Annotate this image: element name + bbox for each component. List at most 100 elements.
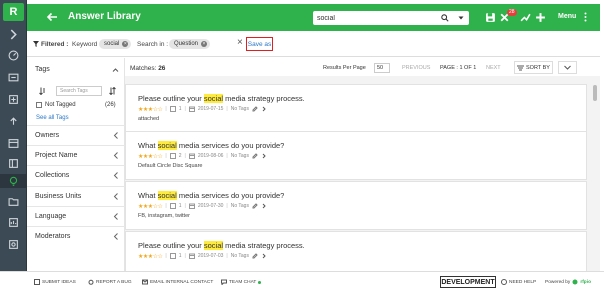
chat-icon (221, 279, 227, 285)
see-all-tags-link[interactable]: See all Tags (36, 115, 69, 121)
search-in-chip[interactable]: Question × (169, 39, 211, 49)
not-tagged-option[interactable]: Not Tagged (36, 102, 76, 108)
edit-pencil-icon[interactable] (252, 203, 258, 209)
menu-button[interactable]: Menu (558, 13, 576, 20)
active-filters-bar: Filtered : Keyword social × Search in : … (27, 31, 600, 57)
search-in-chip-value: Question (174, 41, 199, 47)
library-icon[interactable] (6, 156, 21, 170)
filtered-label: Filtered : (41, 41, 69, 48)
tags-collapse-chevron-icon[interactable] (112, 67, 119, 74)
submit-ideas-link[interactable]: SUBMIT IDEAS (34, 279, 76, 285)
report-bug-link[interactable]: REPORT A BUG (88, 279, 132, 285)
content-icon[interactable] (6, 136, 21, 150)
rating-stars[interactable]: ★★★☆☆ (138, 203, 163, 210)
question-text[interactable]: What social media services do you provid… (138, 191, 284, 200)
bug-icon (88, 279, 94, 285)
answer-library-bulb-icon[interactable] (0, 174, 27, 188)
filter-section-collections[interactable]: Collections (27, 165, 125, 185)
chevron-right-icon[interactable] (261, 153, 267, 159)
remove-keyword-icon[interactable]: × (122, 41, 129, 47)
filter-section-business-units[interactable]: Business Units (27, 186, 125, 206)
remove-search-in-icon[interactable]: × (201, 41, 208, 47)
projects-icon[interactable] (6, 70, 21, 84)
add-plus-icon[interactable] (535, 12, 546, 23)
filter-section-label: Moderators (35, 233, 71, 240)
search-input[interactable] (317, 13, 427, 23)
back-arrow-icon[interactable] (46, 11, 58, 23)
previous-page-button[interactable]: PREVIOUS (402, 65, 430, 71)
results-per-page-select[interactable]: 50 (374, 63, 390, 73)
keyword-chip-value: social (104, 41, 120, 47)
need-help-label: NEED HELP (509, 279, 537, 285)
keyword-chip[interactable]: social × (99, 39, 132, 49)
filter-section-label: Project Name (35, 152, 78, 159)
matches-text: Matches: 26 (130, 65, 165, 72)
results-scrollbar[interactable] (593, 85, 597, 101)
clear-filters-icon[interactable]: × (237, 37, 243, 48)
submit-ideas-label: SUBMIT IDEAS (42, 279, 76, 285)
reports-icon[interactable] (6, 215, 21, 229)
email-contact-link[interactable]: EMAIL INTERNAL CONTACT (142, 279, 213, 285)
chevron-right-icon[interactable] (261, 203, 267, 209)
search-box (313, 11, 469, 25)
edit-pencil-icon[interactable] (252, 153, 258, 159)
filter-section-owners[interactable]: Owners (27, 125, 125, 145)
search-in-label: Search in : (137, 41, 169, 48)
tag-status: No Tags (230, 106, 249, 112)
answer-card[interactable]: Please outline your social media strateg… (125, 231, 587, 271)
search-icon[interactable] (441, 14, 449, 22)
question-text[interactable]: Please outline your social media strateg… (138, 94, 305, 103)
answer-card[interactable]: What social media services do you provid… (125, 131, 587, 180)
team-chat-link[interactable]: TEAM CHAT (221, 279, 262, 285)
edit-pencil-icon[interactable] (252, 253, 258, 259)
filter-section-language[interactable]: Language (27, 206, 125, 226)
next-page-button[interactable]: NEXT (486, 65, 501, 71)
add-document-icon[interactable] (6, 92, 21, 106)
not-tagged-checkbox[interactable] (36, 102, 42, 108)
sort-az-icon[interactable] (39, 87, 46, 95)
calendar-icon (188, 153, 195, 159)
sort-count-icon[interactable] (109, 87, 116, 95)
app-logo[interactable]: R (3, 3, 24, 21)
email-contact-label: EMAIL INTERNAL CONTACT (150, 279, 214, 285)
settings-icon[interactable] (6, 237, 21, 251)
view-toggle-button[interactable] (558, 61, 577, 74)
rating-stars[interactable]: ★★★☆☆ (138, 153, 163, 160)
rating-stars[interactable]: ★★★☆☆ (138, 106, 163, 113)
search-dropdown-caret-icon[interactable] (458, 15, 464, 21)
results-per-page-value: 50 (377, 65, 384, 71)
tags-section-title: Tags (35, 66, 50, 73)
dashboard-icon[interactable] (6, 48, 21, 62)
save-as-button[interactable]: Save as (246, 37, 273, 51)
tag-search-input[interactable]: Search Tags (56, 86, 102, 96)
sort-by-button[interactable]: SORT BY (514, 61, 553, 74)
question-text[interactable]: What social media services do you provid… (138, 141, 284, 150)
powered-by: Powered by rfpio (545, 279, 591, 285)
chevron-right-icon[interactable] (261, 106, 267, 112)
answer-card[interactable]: What social media services do you provid… (125, 181, 587, 230)
usage-icon (169, 203, 176, 209)
filter-panel: Tags Search Tags Not Tagged (26) See all… (27, 58, 125, 271)
analytics-chart-icon[interactable] (520, 12, 531, 23)
chevron-left-icon (113, 152, 118, 159)
edit-pencil-icon[interactable] (252, 106, 258, 112)
menu-dots-icon[interactable] (584, 12, 587, 22)
answer-card[interactable]: Please outline your social media strateg… (125, 84, 587, 133)
header-bar: Answer Library 28 Menu (27, 4, 600, 31)
not-tagged-count: (26) (105, 102, 116, 108)
need-help-link[interactable]: NEED HELP (501, 279, 536, 285)
question-text[interactable]: Please outline your social media strateg… (138, 241, 305, 250)
upload-icon[interactable] (6, 114, 21, 128)
filter-section-moderators[interactable]: Moderators (27, 226, 125, 246)
results-per-page-label: Results Per Page (323, 65, 366, 71)
answer-date: 2019-08-06 (197, 153, 224, 159)
expand-chevron-icon[interactable] (6, 27, 21, 41)
chevron-right-icon[interactable] (261, 253, 267, 259)
answer-tags: Default Circle Disc Square (138, 163, 203, 169)
folder-icon[interactable] (6, 194, 21, 208)
rating-stars[interactable]: ★★★☆☆ (138, 253, 163, 260)
save-disk-icon[interactable] (485, 12, 496, 23)
report-bug-label: REPORT A BUG (96, 279, 132, 285)
filter-section-label: Owners (35, 132, 60, 139)
filter-section-project-name[interactable]: Project Name (27, 145, 125, 165)
